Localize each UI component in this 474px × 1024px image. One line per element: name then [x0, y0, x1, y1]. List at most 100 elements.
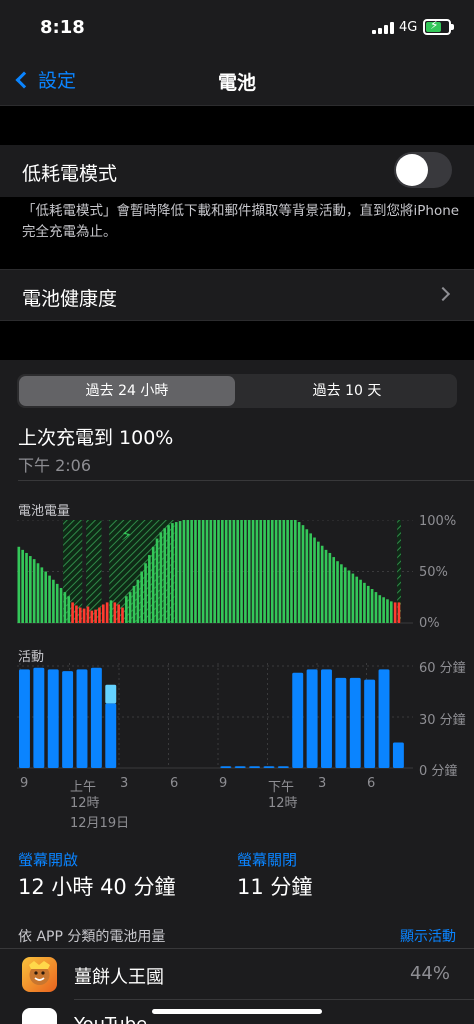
battery-bar — [351, 573, 355, 623]
screen-off-label: 螢幕關閉 — [237, 851, 298, 869]
battery-bar — [25, 552, 28, 623]
battery-bar — [378, 595, 382, 623]
app-usage-header: 依 APP 分類的電池用量 — [18, 929, 166, 945]
battery-bar — [320, 545, 324, 623]
battery-bar — [267, 520, 270, 623]
battery-bar — [186, 520, 190, 623]
battery-health-row[interactable]: 電池健康度 — [0, 269, 474, 321]
activity-bar — [105, 703, 117, 768]
battery-y-tick-50: 50% — [419, 565, 448, 580]
battery-bar — [17, 546, 21, 623]
battery-bar — [29, 556, 32, 623]
battery-health-label: 電池健康度 — [22, 288, 118, 310]
battery-level-label: 電池電量 — [18, 504, 71, 519]
battery-bar — [336, 561, 339, 623]
x-tick-6pm: 6 — [367, 776, 376, 791]
youtube-icon — [22, 1008, 57, 1024]
network-type: 4G — [399, 20, 418, 35]
battery-bar — [136, 579, 140, 623]
battery-bar — [343, 567, 347, 623]
battery-bar — [194, 520, 197, 623]
activity-y-tick-60: 60 分鐘 — [419, 661, 466, 676]
battery-bar — [109, 600, 113, 623]
battery-bar — [63, 592, 67, 623]
app-percent: 44% — [409, 963, 450, 984]
activity-bar — [277, 766, 289, 768]
show-activity-button[interactable]: 顯示活動 — [400, 926, 456, 946]
battery-usage-section: 過去 24 小時 過去 10 天 上次充電到 100% 下午 2:06 電池電量… — [0, 360, 474, 1024]
battery-bar — [389, 601, 393, 623]
x-tick-3: 3 — [120, 776, 129, 791]
battery-bar — [21, 549, 24, 623]
battery-bar — [94, 609, 97, 623]
battery-bar — [240, 520, 243, 623]
toggle-knob — [396, 154, 428, 186]
battery-bar — [317, 541, 320, 623]
activity-bar — [220, 766, 232, 768]
battery-bar — [40, 567, 44, 623]
activity-bar — [364, 679, 376, 768]
battery-bar — [159, 532, 163, 623]
battery-bar — [236, 520, 240, 623]
tab-last-24-hours[interactable]: 過去 24 小時 — [19, 376, 235, 406]
battery-bar — [224, 520, 228, 623]
range-segmented-control: 過去 24 小時 過去 10 天 — [17, 374, 457, 408]
app-row-cookie-run[interactable]: 薑餅人王國 44% — [0, 950, 474, 1000]
battery-bar — [270, 520, 274, 623]
screen-off-value: 11 分鐘 — [237, 875, 313, 899]
battery-bar — [182, 520, 186, 623]
battery-bar — [117, 604, 120, 623]
activity-bar — [76, 669, 88, 768]
battery-bar — [174, 522, 178, 623]
low-power-label: 低耗電模式 — [22, 163, 118, 185]
battery-bar — [247, 520, 251, 623]
battery-bar — [297, 522, 301, 623]
divider — [18, 480, 474, 481]
cellular-signal-icon — [372, 22, 394, 34]
battery-bar — [328, 552, 332, 623]
battery-bar — [167, 525, 170, 623]
battery-bar — [290, 520, 293, 623]
battery-bar — [178, 521, 182, 623]
battery-bar — [78, 607, 82, 623]
activity-bar — [378, 669, 390, 768]
battery-bar — [82, 608, 86, 623]
activity-bar — [306, 669, 318, 768]
last-charge-time: 下午 2:06 — [18, 456, 92, 475]
battery-bar — [190, 520, 193, 623]
battery-bar — [148, 555, 151, 623]
tab-last-10-days[interactable]: 過去 10 天 — [239, 376, 455, 406]
battery-bar — [67, 596, 71, 623]
battery-bar — [363, 582, 366, 623]
battery-bar — [125, 596, 128, 623]
battery-bar — [86, 606, 90, 623]
x-tick-12h: 12時 — [70, 796, 100, 811]
battery-bar — [228, 520, 232, 623]
battery-bar — [217, 520, 220, 623]
battery-bar — [128, 592, 132, 623]
status-bar: 8:18 4G ⚡ — [0, 0, 474, 56]
x-tick-12h-pm: 12時 — [268, 796, 298, 811]
battery-bar — [259, 520, 263, 623]
battery-bar — [386, 599, 389, 623]
battery-bar — [251, 520, 255, 623]
battery-bar — [232, 520, 236, 623]
activity-bar — [321, 669, 332, 768]
activity-bar — [392, 742, 404, 768]
battery-bar — [209, 520, 213, 623]
battery-bar — [286, 520, 289, 623]
battery-bar — [90, 610, 94, 623]
battery-bar — [55, 583, 59, 623]
activity-bar — [33, 667, 45, 768]
x-tick-9am: 9 — [20, 776, 29, 791]
battery-bar — [52, 579, 55, 623]
screen-on-label: 螢幕開啟 — [18, 851, 79, 869]
app-name: 薑餅人王國 — [74, 967, 164, 988]
x-tick-date: 12月19日 — [70, 816, 130, 831]
battery-bar — [113, 602, 117, 623]
battery-bar — [359, 579, 362, 623]
battery-bar — [244, 520, 247, 623]
low-power-toggle[interactable] — [394, 152, 452, 188]
battery-bar — [293, 520, 297, 623]
battery-bar — [132, 585, 136, 623]
